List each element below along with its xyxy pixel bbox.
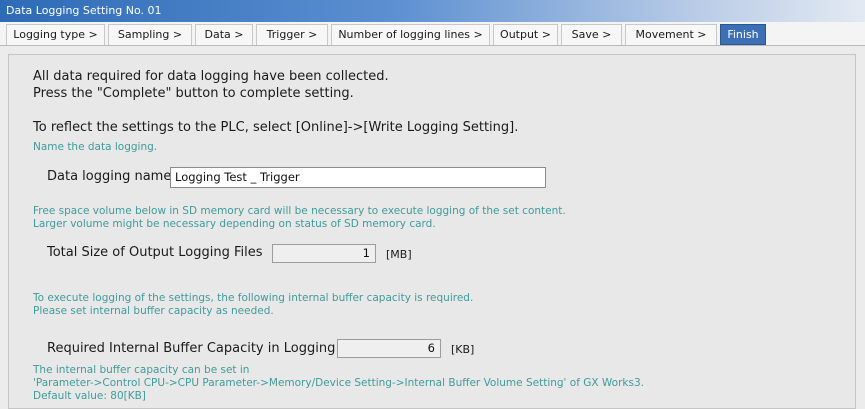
tab-logging-type[interactable]: Logging type > [6, 24, 105, 45]
tab-finish[interactable]: Finish [720, 24, 766, 45]
buffer-capacity-value: 6 [337, 339, 441, 358]
total-size-value: 1 [272, 244, 376, 263]
buffer-hint-line2: Please set internal buffer capacity as n… [33, 305, 274, 317]
buffer-capacity-unit: [KB] [451, 343, 475, 356]
tab-data[interactable]: Data > [195, 24, 253, 45]
tab-movement[interactable]: Movement > [625, 24, 717, 45]
sd-card-hint-line1: Free space volume below in SD memory car… [33, 205, 566, 217]
wizard-step-tabs: Logging type > Sampling > Data > Trigger… [0, 22, 865, 46]
sd-card-hint-line2: Larger volume might be necessary dependi… [33, 218, 436, 230]
data-logging-name-field[interactable]: Logging Test _ Trigger [170, 167, 546, 188]
footer-note-line1: The internal buffer capacity can be set … [33, 364, 250, 376]
data-logging-setting-window: Data Logging Setting No. 01 Logging type… [0, 0, 865, 409]
buffer-hint-line1: To execute logging of the settings, the … [33, 292, 474, 304]
total-size-label: Total Size of Output Logging Files [47, 245, 263, 260]
footer-note-line2: 'Parameter->Control CPU->CPU Parameter->… [33, 377, 644, 389]
tab-number-of-logging-lines[interactable]: Number of logging lines > [331, 24, 490, 45]
window-title-bar: Data Logging Setting No. 01 [0, 0, 865, 22]
complete-instruction: Press the "Complete" button to complete … [33, 86, 354, 101]
name-hint: Name the data logging. [33, 141, 158, 153]
data-logging-name-label: Data logging name [47, 169, 172, 184]
tab-trigger[interactable]: Trigger > [256, 24, 328, 45]
footer-note-line3: Default value: 80[KB] [33, 390, 146, 402]
tab-output[interactable]: Output > [493, 24, 558, 45]
write-setting-instruction: To reflect the settings to the PLC, sele… [33, 120, 519, 135]
tab-sampling[interactable]: Sampling > [108, 24, 192, 45]
finish-step-panel: All data required for data logging have … [8, 54, 856, 409]
tab-save[interactable]: Save > [561, 24, 622, 45]
total-size-unit: [MB] [386, 248, 412, 261]
window-title: Data Logging Setting No. 01 [6, 4, 162, 17]
completion-message: All data required for data logging have … [33, 69, 389, 84]
buffer-capacity-label: Required Internal Buffer Capacity in Log… [47, 341, 336, 356]
